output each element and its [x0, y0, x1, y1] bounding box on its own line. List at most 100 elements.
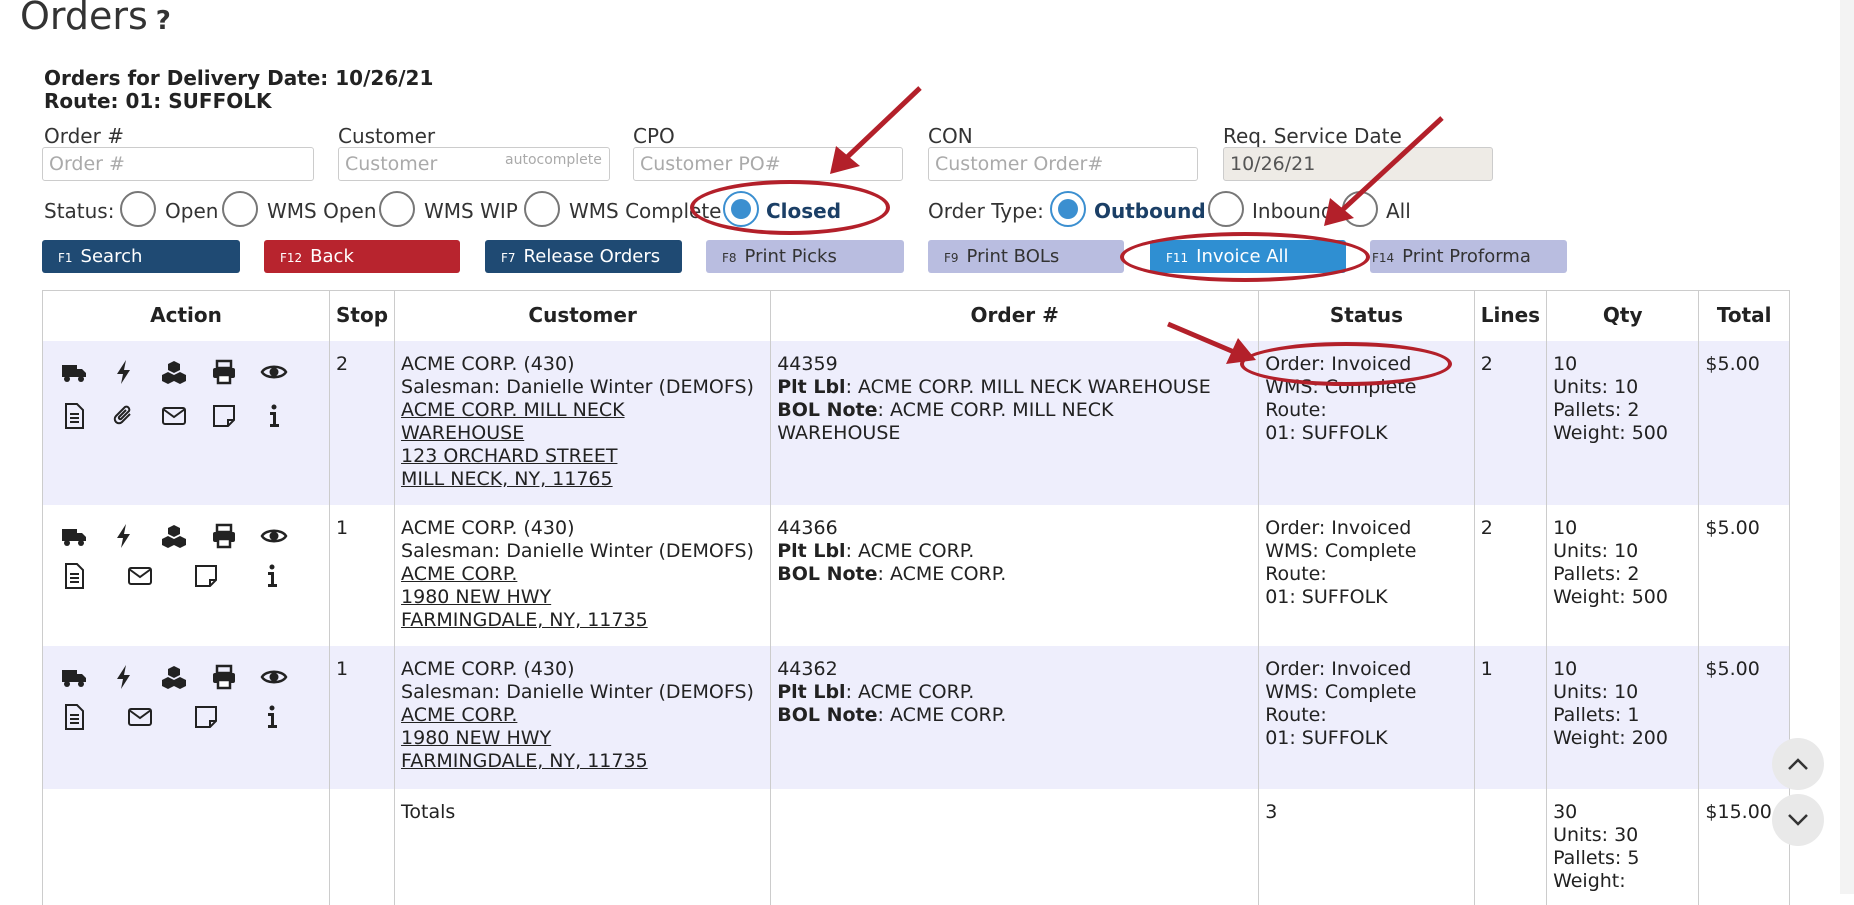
- scroll-down-button[interactable]: [1772, 794, 1824, 846]
- wms-status: WMS: Complete: [1265, 540, 1417, 562]
- totals-units: Units: 30: [1553, 824, 1639, 846]
- action-cell: [42, 505, 330, 646]
- envelope-icon[interactable]: [125, 561, 155, 591]
- lines-cell: 1: [1474, 646, 1548, 789]
- totals-weight: Weight:: [1553, 870, 1626, 892]
- truck-icon[interactable]: [59, 357, 89, 387]
- boxes-icon[interactable]: [159, 662, 189, 692]
- plt-lbl-value: : ACME CORP.: [845, 540, 975, 562]
- note-icon[interactable]: [191, 702, 221, 732]
- lightning-icon[interactable]: [109, 662, 139, 692]
- column-header-qty[interactable]: Qty: [1546, 290, 1700, 341]
- salesman: Salesman: Danielle Winter (DEMOFS): [401, 376, 754, 398]
- scroll-up-button[interactable]: [1772, 738, 1824, 790]
- search-button[interactable]: F1 Search: [42, 240, 240, 273]
- qty-cell: 10 Units: 10 Pallets: 1 Weight: 200: [1546, 646, 1700, 789]
- address-link[interactable]: WAREHOUSE: [401, 422, 764, 445]
- paperclip-icon[interactable]: [109, 401, 139, 431]
- truck-icon[interactable]: [59, 662, 89, 692]
- column-header-customer[interactable]: Customer: [394, 290, 772, 341]
- order-number-input[interactable]: [42, 147, 314, 181]
- eye-icon[interactable]: [259, 521, 289, 551]
- con-input[interactable]: [928, 147, 1198, 181]
- address-link[interactable]: FARMINGDALE, NY, 11735: [401, 609, 764, 632]
- qty-cell: 10 Units: 10 Pallets: 2 Weight: 500: [1546, 505, 1700, 646]
- order-number-label: Order #: [44, 124, 124, 148]
- status-radio-wms-open[interactable]: [222, 191, 258, 227]
- note-icon[interactable]: [191, 561, 221, 591]
- customer-name: ACME CORP. (430): [401, 517, 575, 539]
- lightning-icon[interactable]: [109, 521, 139, 551]
- bol-note-label: BOL Note: [777, 704, 878, 726]
- column-header-lines[interactable]: Lines: [1474, 290, 1548, 341]
- lightning-icon[interactable]: [109, 357, 139, 387]
- status-radio-open[interactable]: [120, 191, 156, 227]
- eye-icon[interactable]: [259, 357, 289, 387]
- customer-name: ACME CORP. (430): [401, 658, 575, 680]
- table-row: 1 ACME CORP. (430) Salesman: Danielle Wi…: [42, 646, 1790, 789]
- order-type-radio-outbound[interactable]: [1050, 191, 1086, 227]
- print-icon[interactable]: [209, 357, 239, 387]
- address-link[interactable]: FARMINGDALE, NY, 11735: [401, 750, 764, 773]
- status-cell: Order: Invoiced WMS: Complete Route: 01:…: [1258, 646, 1475, 789]
- info-icon[interactable]: [257, 702, 287, 732]
- truck-icon[interactable]: [59, 521, 89, 551]
- print-icon[interactable]: [209, 521, 239, 551]
- document-icon[interactable]: [59, 401, 89, 431]
- column-header-action[interactable]: Action: [42, 290, 330, 341]
- info-icon[interactable]: [259, 401, 289, 431]
- annotation-circle-invoice-all: [1120, 232, 1370, 282]
- column-header-total[interactable]: Total: [1698, 290, 1790, 341]
- autocomplete-hint: autocomplete: [505, 152, 602, 168]
- status-radio-wms-complete[interactable]: [524, 191, 560, 227]
- bol-note-value: : ACME CORP.: [877, 563, 1007, 585]
- print-bols-button[interactable]: F9 Print BOLs: [928, 240, 1124, 273]
- wms-status: WMS: Complete: [1265, 681, 1417, 703]
- order-type-label: Order Type:: [928, 199, 1044, 223]
- print-picks-button[interactable]: F8 Print Picks: [706, 240, 904, 273]
- qty-pallets: Pallets: 2: [1553, 399, 1640, 421]
- address-link[interactable]: ACME CORP.: [401, 704, 764, 727]
- status-radio-wms-wip[interactable]: [379, 191, 415, 227]
- qty-weight: Weight: 200: [1553, 727, 1668, 749]
- back-button[interactable]: F12 Back: [264, 240, 460, 273]
- customer-cell: ACME CORP. (430) Salesman: Danielle Wint…: [394, 505, 772, 646]
- address-link[interactable]: MILL NECK, NY, 11765: [401, 468, 764, 491]
- annotation-circle-invoiced: [1240, 342, 1452, 386]
- boxes-icon[interactable]: [159, 357, 189, 387]
- address-link[interactable]: ACME CORP.: [401, 563, 764, 586]
- address-link[interactable]: ACME CORP. MILL NECK: [401, 399, 764, 422]
- qty-cell: 10 Units: 10 Pallets: 2 Weight: 500: [1546, 341, 1700, 505]
- qty-value: 10: [1553, 353, 1578, 375]
- release-orders-button[interactable]: F7 Release Orders: [485, 240, 682, 273]
- help-icon[interactable]: ?: [156, 6, 171, 36]
- note-icon[interactable]: [209, 401, 239, 431]
- address-link[interactable]: 123 ORCHARD STREET: [401, 445, 764, 468]
- print-icon[interactable]: [209, 662, 239, 692]
- document-icon[interactable]: [59, 561, 89, 591]
- customer-cell: ACME CORP. (430) Salesman: Danielle Wint…: [394, 646, 772, 789]
- plt-lbl-value: : ACME CORP.: [845, 681, 975, 703]
- order-number: 44366: [777, 517, 838, 539]
- status-option-wms-wip: WMS WIP: [424, 199, 518, 223]
- qty-value: 10: [1553, 658, 1578, 680]
- chevron-up-icon: [1788, 758, 1808, 770]
- page-scrollbar[interactable]: [1840, 0, 1854, 894]
- envelope-icon[interactable]: [125, 702, 155, 732]
- address-link[interactable]: 1980 NEW HWY: [401, 586, 764, 609]
- address-link[interactable]: 1980 NEW HWY: [401, 727, 764, 750]
- print-proforma-button[interactable]: F14 Print Proforma: [1370, 240, 1567, 273]
- document-icon[interactable]: [59, 702, 89, 732]
- order-type-radio-inbound[interactable]: [1208, 191, 1244, 227]
- order-cell: 44362 Plt Lbl: ACME CORP. BOL Note: ACME…: [770, 646, 1260, 789]
- column-header-stop[interactable]: Stop: [329, 290, 396, 341]
- plt-lbl-value: : ACME CORP. MILL NECK WAREHOUSE: [845, 376, 1211, 398]
- info-icon[interactable]: [257, 561, 287, 591]
- column-header-status[interactable]: Status: [1258, 290, 1475, 341]
- status-option-wms-open: WMS Open: [267, 199, 377, 223]
- order-number: 44362: [777, 658, 838, 680]
- envelope-icon[interactable]: [159, 401, 189, 431]
- eye-icon[interactable]: [259, 662, 289, 692]
- bol-note-value: : ACME CORP.: [877, 704, 1007, 726]
- boxes-icon[interactable]: [159, 521, 189, 551]
